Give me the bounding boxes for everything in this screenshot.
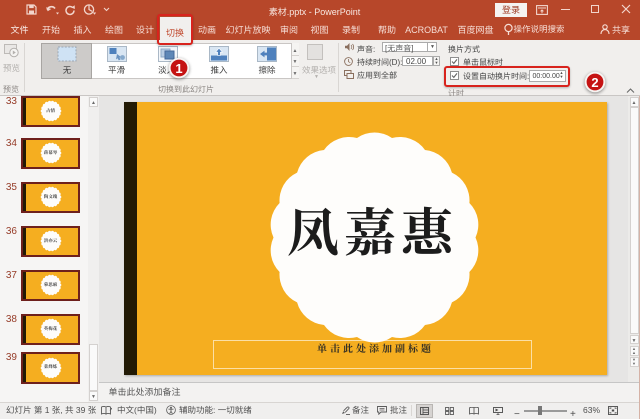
svg-text:2: 2: [591, 72, 598, 91]
svg-text:1: 1: [175, 58, 182, 77]
